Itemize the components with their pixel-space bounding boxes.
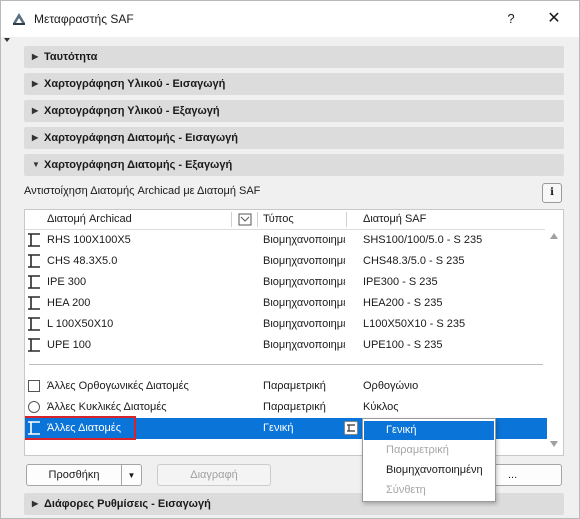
type-dropdown-button[interactable] xyxy=(344,421,358,435)
table-header: Διατομή Archicad Τύπος Διατομή SAF xyxy=(25,210,545,230)
expand-arrow-icon: ▶ xyxy=(32,79,39,88)
add-button[interactable]: Προσθήκη xyxy=(26,464,122,486)
window-title: Μεταφραστής SAF xyxy=(34,12,134,26)
table-row[interactable]: RHS 100X100X5 Βιομηχανοποιημένη SHS100/1… xyxy=(25,230,547,251)
profile-type: Βιομηχανοποιημένη xyxy=(263,255,345,267)
saf-profile: SHS100/100/5.0 - S 235 xyxy=(363,234,483,246)
table-row-other-circular[interactable]: Άλλες Κυκλικές Διατομές Παραμετρική Κύκλ… xyxy=(25,397,547,418)
archicad-profile: UPE 100 xyxy=(47,339,92,351)
help-button[interactable]: ? xyxy=(497,5,525,33)
table-row[interactable]: CHS 48.3X5.0 Βιομηχανοποιημένη CHS48.3/5… xyxy=(25,251,547,272)
expand-arrow-icon: ▶ xyxy=(32,133,39,142)
info-button[interactable]: i xyxy=(542,183,562,203)
rectangle-icon xyxy=(28,380,40,392)
profile-type: Παραμετρική xyxy=(263,401,326,413)
profile-type: Βιομηχανοποιημένη xyxy=(263,318,345,330)
saf-translator-dialog: Μεταφραστής SAF ? ✕ ▶ Ταυτότητα ▶ Χαρτογ… xyxy=(0,0,580,519)
menu-item-composite: Σύνθετη xyxy=(386,484,426,496)
table-row-other-rectangular[interactable]: Άλλες Ορθογωνικές Διατομές Παραμετρική Ο… xyxy=(25,376,547,397)
saf-profile: CHS48.3/5.0 - S 235 xyxy=(363,255,465,267)
dropdown-icon xyxy=(347,424,355,432)
chevron-down-icon: ▼ xyxy=(127,471,136,480)
saf-profile: IPE300 - S 235 xyxy=(363,276,438,288)
archicad-profile: Άλλες Ορθογωνικές Διατομές xyxy=(47,380,189,392)
table-divider xyxy=(29,364,543,365)
saf-profile: HEA200 - S 235 xyxy=(363,297,443,309)
saf-profile: UPE100 - S 235 xyxy=(363,339,443,351)
more-button[interactable]: ... xyxy=(493,464,562,486)
i-beam-icon xyxy=(28,233,40,247)
profile-type: Παραμετρική xyxy=(263,380,326,392)
profile-type: Βιομηχανοποιημένη xyxy=(263,297,345,309)
section-label: Διάφορες Ρυθμίσεις - Εισαγωγή xyxy=(44,498,211,510)
table-row[interactable]: UPE 100 Βιομηχανοποιημένη UPE100 - S 235 xyxy=(25,335,547,356)
column-header-archicad[interactable]: Διατομή Archicad xyxy=(47,213,132,225)
delete-button[interactable]: Διαγραφή xyxy=(157,464,271,486)
expand-arrow-icon: ▶ xyxy=(32,499,39,508)
archicad-profile: L 100X50X10 xyxy=(47,318,114,330)
resize-caret-icon xyxy=(4,38,10,42)
title-bar: Μεταφραστής SAF ? ✕ xyxy=(1,1,579,37)
saf-profile: L100X50X10 - S 235 xyxy=(363,318,466,330)
profile-type: Βιομηχανοποιημένη xyxy=(263,234,345,246)
section-identity[interactable]: ▶ Ταυτότητα xyxy=(24,46,564,68)
menu-item-generic[interactable]: Γενική xyxy=(364,421,494,440)
archicad-profile: HEA 200 xyxy=(47,297,91,309)
section-label: Χαρτογράφηση Υλικού - Εξαγωγή xyxy=(44,105,220,117)
i-beam-icon xyxy=(28,254,40,268)
section-profile-import[interactable]: ▶ Χαρτογράφηση Διατομής - Εισαγωγή xyxy=(24,127,564,149)
i-beam-icon xyxy=(28,338,40,352)
expand-arrow-icon: ▶ xyxy=(32,106,39,115)
highlight-box xyxy=(25,416,136,440)
profile-type: Βιομηχανοποιημένη xyxy=(263,276,345,288)
menu-item-parametric: Παραμετρική xyxy=(386,444,449,456)
column-separator xyxy=(346,212,347,227)
column-header-type[interactable]: Τύπος xyxy=(263,213,294,225)
type-dropdown-menu: Γενική Παραμετρική Βιομηχανοποιημένη Σύν… xyxy=(362,418,496,502)
section-profile-export[interactable]: ▼ Χαρτογράφηση Διατομής - Εξαγωγή xyxy=(24,154,564,176)
table-row[interactable]: L 100X50X10 Βιομηχανοποιημένη L100X50X10… xyxy=(25,314,547,335)
i-beam-icon xyxy=(28,317,40,331)
section-label: Χαρτογράφηση Διατομής - Εισαγωγή xyxy=(44,132,239,144)
collapse-arrow-icon: ▼ xyxy=(32,160,40,169)
archicad-profile: RHS 100X100X5 xyxy=(47,234,131,246)
scroll-up-arrow-icon[interactable] xyxy=(550,233,558,239)
saf-profile: Κύκλος xyxy=(363,401,399,413)
archicad-profile: CHS 48.3X5.0 xyxy=(47,255,118,267)
expand-arrow-icon: ▶ xyxy=(32,52,39,61)
close-button[interactable]: ✕ xyxy=(539,5,569,33)
i-beam-icon xyxy=(28,275,40,289)
section-material-import[interactable]: ▶ Χαρτογράφηση Υλικού - Εισαγωγή xyxy=(24,73,564,95)
mapping-subtitle: Αντιστοίχηση Διατομής Archicad με Διατομ… xyxy=(24,185,261,197)
column-separator xyxy=(231,212,232,227)
scroll-down-arrow-icon[interactable] xyxy=(550,441,558,447)
circle-icon xyxy=(28,401,40,413)
table-row[interactable]: HEA 200 Βιομηχανοποιημένη HEA200 - S 235 xyxy=(25,293,547,314)
column-separator xyxy=(257,212,258,227)
column-header-saf[interactable]: Διατομή SAF xyxy=(363,213,426,225)
profile-filter-icon[interactable] xyxy=(238,213,252,226)
profile-type: Γενική xyxy=(263,422,294,434)
section-label: Χαρτογράφηση Υλικού - Εισαγωγή xyxy=(44,78,226,90)
profile-type: Βιομηχανοποιημένη xyxy=(263,339,345,351)
section-material-export[interactable]: ▶ Χαρτογράφηση Υλικού - Εξαγωγή xyxy=(24,100,564,122)
section-label: Ταυτότητα xyxy=(44,51,98,63)
i-beam-icon xyxy=(28,296,40,310)
section-label: Χαρτογράφηση Διατομής - Εξαγωγή xyxy=(44,159,233,171)
archicad-app-icon xyxy=(13,13,25,25)
menu-item-manufactured[interactable]: Βιομηχανοποιημένη xyxy=(364,461,494,480)
saf-profile: Ορθογώνιο xyxy=(363,380,419,392)
archicad-profile: Άλλες Κυκλικές Διατομές xyxy=(47,401,167,413)
archicad-profile: IPE 300 xyxy=(47,276,87,288)
table-row[interactable]: IPE 300 Βιομηχανοποιημένη IPE300 - S 235 xyxy=(25,272,547,293)
add-options-button[interactable]: ▼ xyxy=(121,464,142,486)
